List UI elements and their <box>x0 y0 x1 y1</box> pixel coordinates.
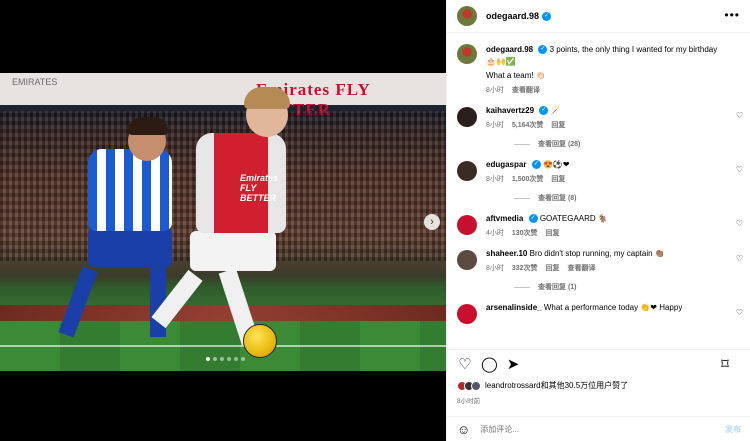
avatar[interactable] <box>457 44 477 64</box>
comment-username[interactable]: arsenalinside_ <box>486 303 542 312</box>
avatar[interactable] <box>457 6 477 26</box>
carousel-dot <box>227 357 231 361</box>
avatar[interactable] <box>457 215 477 235</box>
post-photo: EMIRATES Emirates FLY BETTER Emirates FL… <box>0 73 446 371</box>
view-replies-button[interactable]: 查看回复 (8) <box>514 193 725 203</box>
comments-list[interactable]: odegaard.98 ✓ 3 points, the only thing I… <box>447 34 750 346</box>
comment-time: 4小时 <box>486 230 504 237</box>
comment-time: 8小时 <box>486 265 504 272</box>
avatar[interactable] <box>457 161 477 181</box>
shirt-sponsor: Emirates FLY BETTER <box>240 173 279 203</box>
liker-avatars <box>457 380 481 391</box>
verified-badge-icon: ✓ <box>538 45 548 55</box>
post-media: EMIRATES Emirates FLY BETTER Emirates FL… <box>0 0 446 441</box>
caption-username[interactable]: odegaard.98 <box>486 45 533 54</box>
comment: arsenalinside_ What a performance today … <box>447 302 750 324</box>
avatar[interactable] <box>457 107 477 127</box>
comment-username[interactable]: aftvmedia <box>486 214 523 223</box>
comment-username[interactable]: shaheer.10 <box>486 249 527 258</box>
avatar[interactable] <box>457 250 477 270</box>
comment-username[interactable]: kaihavertz29 <box>486 106 534 115</box>
post-panel: odegaard.98 ✓ ••• odegaard.98 ✓ 3 points… <box>446 0 750 441</box>
comment-text: What a performance today 👏❤ Happy <box>543 303 683 312</box>
likes-text: leandrotrossard和其他30.5万位用户赞了 <box>485 381 629 390</box>
comment-text: 🪄 <box>550 106 561 115</box>
post-header: odegaard.98 ✓ ••• <box>447 0 750 33</box>
caption-meta: 8小时 查看翻译 <box>486 85 725 95</box>
avatar[interactable] <box>457 304 477 324</box>
comment-time: 8小时 <box>486 122 504 129</box>
carousel-dots <box>206 357 245 361</box>
comment: aftvmedia ✓ GOATEGAARD 🐐 4小时 130次赞 回复 ♡ <box>447 213 750 238</box>
reply-button[interactable]: 回复 <box>551 176 565 183</box>
carousel-dot <box>220 357 224 361</box>
view-replies-button[interactable]: 查看回复 (1) <box>514 282 725 292</box>
verified-badge-icon: ✓ <box>539 106 549 116</box>
comment-icon[interactable]: ◯ <box>481 356 498 373</box>
heart-icon[interactable]: ♡ <box>736 165 743 174</box>
heart-icon[interactable]: ♡ <box>736 254 743 263</box>
action-bar: ♡ ◯ ➤ ⌑ <box>447 349 750 379</box>
heart-icon[interactable]: ♡ <box>736 219 743 228</box>
caption-time: 8小时 <box>486 87 504 94</box>
comment: shaheer.10 Bro didn't stop running, my c… <box>447 248 750 292</box>
carousel-dot <box>213 357 217 361</box>
caption: odegaard.98 ✓ 3 points, the only thing I… <box>447 34 750 95</box>
chevron-right-icon[interactable]: › <box>424 214 440 230</box>
verified-badge-icon: ✓ <box>528 214 538 224</box>
reply-button[interactable]: 回复 <box>546 230 560 237</box>
comment-likes[interactable]: 1,500次赞 <box>512 176 544 183</box>
share-icon[interactable]: ➤ <box>505 356 521 373</box>
comment: kaihavertz29 ✓ 🪄 8小时 5,164次赞 回复 ♡ 查看回复 (… <box>447 105 750 149</box>
add-comment-bar: ☺ 发布 <box>447 416 750 441</box>
comment-likes[interactable]: 332次赞 <box>512 265 538 272</box>
comment-text: GOATEGAARD 🐐 <box>539 214 608 223</box>
comment-username[interactable]: edugaspar <box>486 160 526 169</box>
stadium-banner: EMIRATES Emirates FLY BETTER <box>0 73 446 119</box>
translate-link[interactable]: 查看翻译 <box>567 265 595 272</box>
carousel-dot <box>241 357 245 361</box>
heart-icon[interactable]: ♡ <box>736 308 743 317</box>
header-username[interactable]: odegaard.98 <box>486 11 539 21</box>
comment-likes[interactable]: 130次赞 <box>512 230 538 237</box>
comment-text: Bro didn't stop running, my captain 👏🏽 <box>529 249 665 258</box>
caption-text: odegaard.98 ✓ 3 points, the only thing I… <box>486 44 725 68</box>
comment-text: 😍⚽❤ <box>542 160 570 169</box>
view-replies-button[interactable]: 查看回复 (28) <box>514 139 725 149</box>
heart-icon[interactable]: ♡ <box>736 111 743 120</box>
pitch-line <box>0 345 446 347</box>
reply-button[interactable]: 回复 <box>551 122 565 129</box>
carousel-dot <box>206 357 210 361</box>
likes-summary[interactable]: leandrotrossard和其他30.5万位用户赞了 <box>457 380 628 391</box>
carousel-dot <box>234 357 238 361</box>
reply-button[interactable]: 回复 <box>546 265 560 272</box>
verified-badge-icon: ✓ <box>531 160 541 170</box>
verified-badge-icon: ✓ <box>542 11 552 21</box>
post-comment-button[interactable]: 发布 <box>725 424 741 435</box>
comment-input[interactable] <box>480 424 681 434</box>
comment-likes[interactable]: 5,164次赞 <box>512 122 544 129</box>
banner-left-text: EMIRATES <box>12 77 58 87</box>
football <box>243 324 277 358</box>
comment: edugaspar ✓ 😍⚽❤ 8小时 1,500次赞 回复 ♡ 查看回复 (8… <box>447 159 750 203</box>
comment-time: 8小时 <box>486 176 504 183</box>
post-time: 8小时前 <box>457 398 481 405</box>
emoji-icon[interactable]: ☺ <box>457 422 470 437</box>
more-icon[interactable]: ••• <box>724 8 740 22</box>
translate-link[interactable]: 查看翻译 <box>512 87 540 94</box>
bookmark-icon[interactable]: ⌑ <box>717 357 733 373</box>
caption-body-2: What a team! 👏🏻 <box>486 71 546 80</box>
heart-icon[interactable]: ♡ <box>457 356 473 373</box>
